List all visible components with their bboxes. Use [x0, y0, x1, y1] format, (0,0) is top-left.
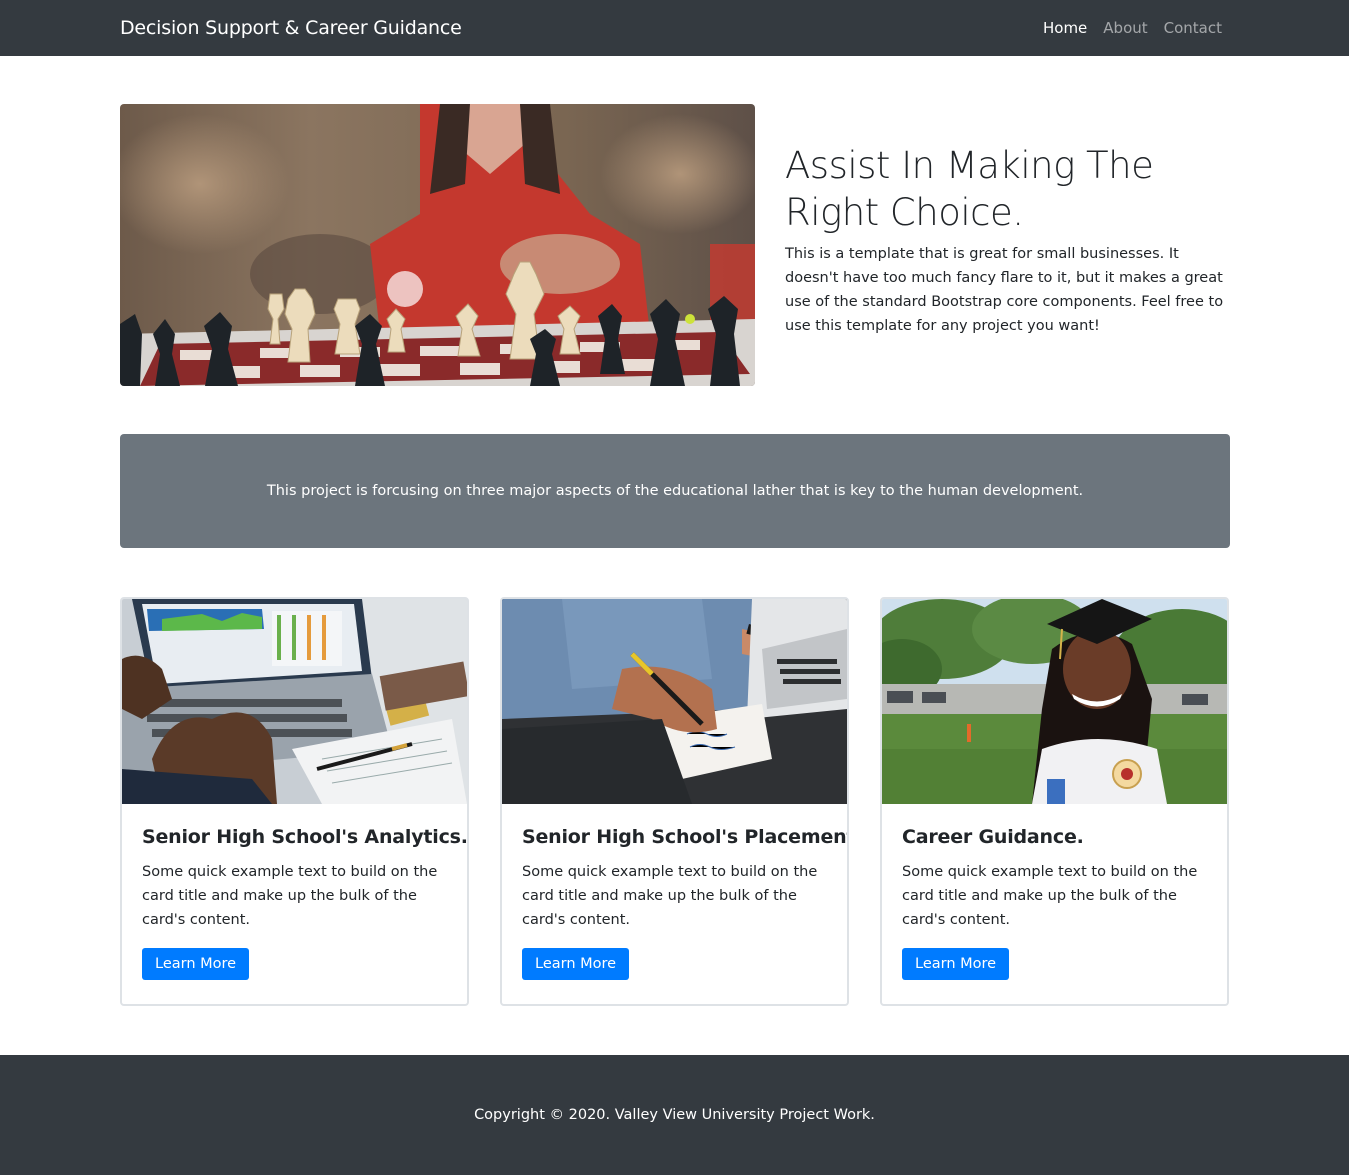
nav-links: Home About Contact [1043, 19, 1222, 37]
info-banner: This project is forcusing on three major… [120, 434, 1230, 548]
nav-link-about[interactable]: About [1103, 19, 1147, 37]
footer-copyright: Copyright © 2020. Valley View University… [474, 1107, 875, 1123]
card-text: Some quick example text to build on the … [142, 864, 438, 928]
brand-link[interactable]: Decision Support & Career Guidance [120, 17, 462, 39]
hero-chess-image [120, 104, 755, 386]
hero-text-block: Assist In Making The Right Choice. This … [785, 142, 1230, 338]
learn-more-button[interactable]: Learn More [522, 948, 630, 980]
card-text: Some quick example text to build on the … [522, 864, 818, 928]
card-career-image [882, 599, 1227, 804]
card-placement-image [502, 599, 847, 804]
hero-description: This is a template that is great for sma… [785, 246, 1224, 334]
card-career-body: Career Guidance. Some quick example text… [882, 804, 1227, 1000]
banner-text: This project is forcusing on three major… [266, 483, 1084, 499]
card-analytics: Senior High School's Analytics. Some qui… [120, 597, 469, 1006]
card-title: Senior High School's Placement.. [522, 826, 849, 848]
learn-more-button[interactable]: Learn More [902, 948, 1010, 980]
card-text: Some quick example text to build on the … [902, 864, 1198, 928]
hero-title: Assist In Making The Right Choice. [785, 144, 1154, 234]
nav-link-contact[interactable]: Contact [1164, 19, 1222, 37]
card-career: Career Guidance. Some quick example text… [880, 597, 1229, 1006]
nav-link-home[interactable]: Home [1043, 19, 1087, 37]
card-analytics-image [122, 599, 467, 804]
learn-more-button[interactable]: Learn More [142, 948, 250, 980]
card-title: Senior High School's Analytics. [142, 826, 468, 848]
card-placement: Senior High School's Placement.. Some qu… [500, 597, 849, 1006]
navbar: Decision Support & Career Guidance Home … [0, 0, 1349, 56]
footer: Copyright © 2020. Valley View University… [0, 1055, 1349, 1175]
card-analytics-body: Senior High School's Analytics. Some qui… [122, 804, 467, 1000]
card-title: Career Guidance. [902, 826, 1084, 848]
card-placement-body: Senior High School's Placement.. Some qu… [502, 804, 847, 1000]
